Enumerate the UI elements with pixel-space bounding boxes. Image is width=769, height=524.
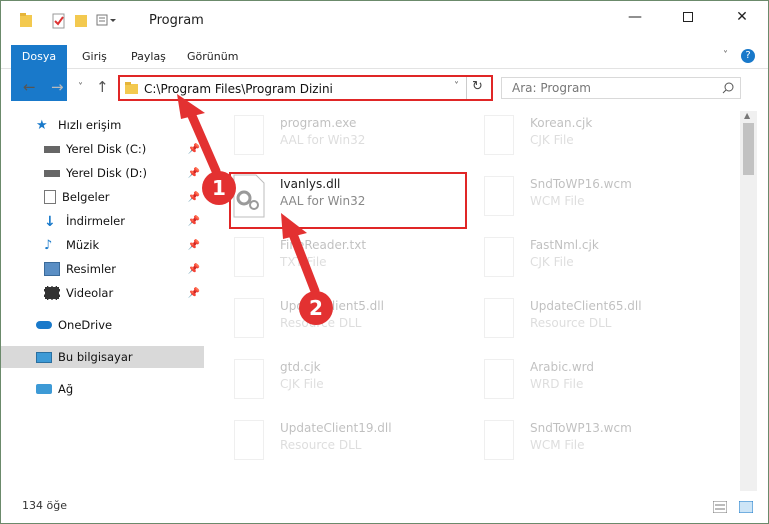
step-marker: 2 [299, 291, 333, 325]
status-bar: 134 öğe [1, 493, 768, 523]
step-marker: 1 [202, 171, 236, 205]
item-count: 134 öğe [22, 499, 67, 512]
annotation-arrows [177, 94, 320, 296]
explorer-window: Program — ✕ Dosya Giriş Paylaş Görünüm ˅… [0, 0, 769, 524]
details-view-icon[interactable] [713, 501, 727, 513]
tiles-view-icon[interactable] [739, 501, 753, 513]
